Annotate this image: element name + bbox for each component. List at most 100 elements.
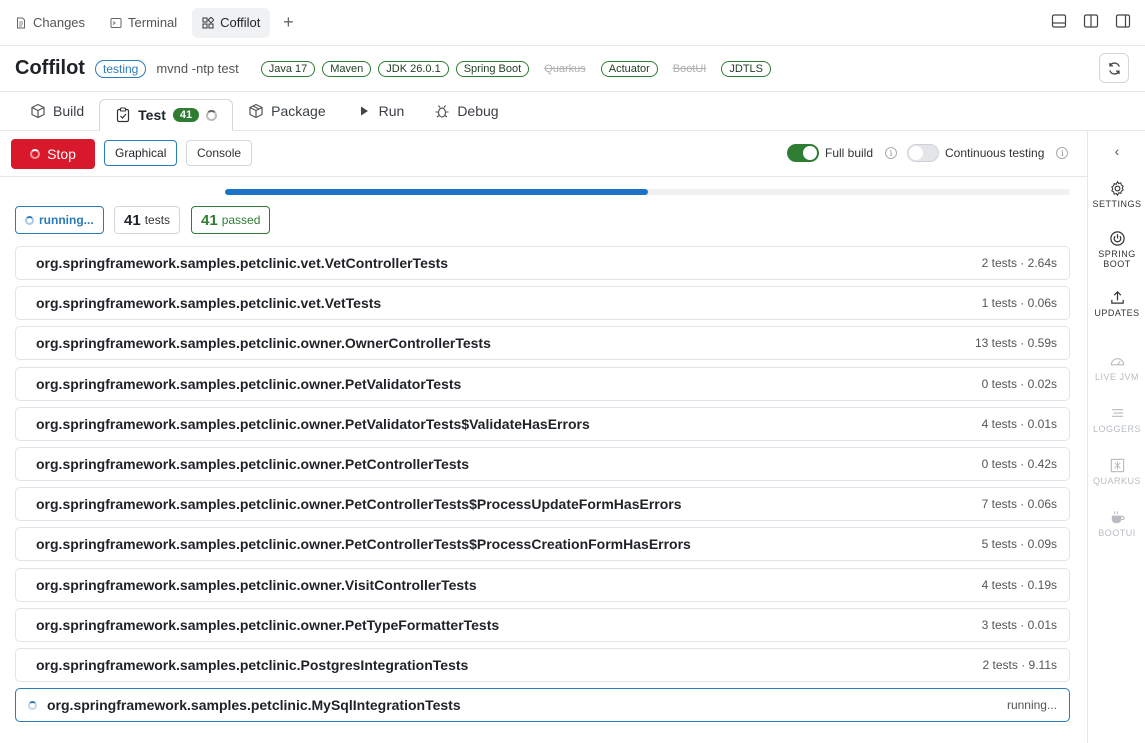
bug-icon	[435, 105, 449, 118]
test-class-name: org.springframework.samples.petclinic.ow…	[36, 375, 462, 392]
tab-test[interactable]: Test 41	[99, 99, 234, 131]
test-class-list: org.springframework.samples.petclinic.ve…	[15, 246, 1070, 728]
chip-java[interactable]: Java 17	[260, 60, 316, 77]
sidebar-item-label: SPRING BOOT	[1098, 249, 1136, 269]
add-tab-button[interactable]: +	[276, 12, 300, 33]
layout-bottom-panel-icon[interactable]	[1051, 13, 1067, 29]
top-tab-coffilot[interactable]: Coffilot	[192, 7, 271, 38]
clipboard-check-icon	[117, 107, 130, 123]
gauge-icon	[1110, 358, 1124, 366]
test-class-name: org.springframework.samples.petclinic.ow…	[36, 335, 491, 352]
spinner-icon	[25, 215, 34, 225]
test-class-name: org.springframework.samples.petclinic.ow…	[36, 415, 590, 432]
test-class-row[interactable]: org.springframework.samples.petclinic.ow…	[15, 446, 1070, 481]
sidebar-item-updates[interactable]: UPDATES	[1088, 289, 1145, 318]
sidebar-item-spring-boot[interactable]: SPRING BOOT	[1088, 230, 1145, 269]
top-tab-changes[interactable]: Changes	[5, 8, 95, 38]
sidebar-item-settings[interactable]: SETTINGS	[1088, 180, 1145, 209]
test-class-row[interactable]: org.springframework.samples.petclinic.Po…	[15, 647, 1070, 682]
full-build-toggle[interactable]	[787, 144, 819, 162]
view-console-button[interactable]: Console	[186, 140, 253, 166]
test-class-row[interactable]: org.springframework.samples.petclinic.ow…	[15, 326, 1070, 361]
sidebar-item-label: QUARKUS	[1092, 476, 1141, 486]
test-class-name: org.springframework.samples.petclinic.ow…	[36, 455, 470, 472]
sidebar-item-bootui[interactable]: BOOTUI	[1088, 509, 1145, 538]
test-class-meta: 3 tests · 0.01s	[981, 617, 1057, 632]
full-build-label: Full build	[825, 146, 874, 160]
tab-label: Build	[53, 103, 85, 119]
stop-button[interactable]: Stop	[11, 139, 95, 169]
test-class-meta: 1 tests · 0.06s	[981, 296, 1057, 311]
project-header: Coffilot testing mvnd -ntp test Java 17 …	[0, 46, 1145, 92]
test-class-name: org.springframework.samples.petclinic.My…	[47, 697, 461, 714]
top-tab-label: Coffilot	[220, 15, 261, 30]
top-tab-label: Terminal	[128, 15, 178, 30]
main-tabs: Build Test 41 Package Run Debug	[0, 92, 1145, 131]
tab-label: Run	[378, 103, 405, 119]
layout-side-panel-icon[interactable]	[1115, 13, 1131, 29]
info-icon[interactable]: i	[885, 147, 898, 159]
tab-package[interactable]: Package	[233, 92, 340, 130]
spinner-icon	[206, 109, 218, 121]
full-build-group: Full build i	[787, 144, 898, 162]
chip-quarkus[interactable]: Quarkus	[536, 61, 594, 77]
test-class-row[interactable]: org.springframework.samples.petclinic.ow…	[15, 406, 1070, 441]
file-icon	[17, 17, 25, 28]
top-tab-terminal[interactable]: Terminal	[100, 8, 187, 38]
test-class-meta: 0 tests · 0.42s	[981, 456, 1057, 471]
tests-label: tests	[144, 213, 171, 227]
sidebar-item-live-jvm[interactable]: LIVE JVM	[1088, 353, 1145, 382]
test-class-meta: running...	[1006, 698, 1057, 713]
sidebar-item-label: SETTINGS	[1092, 199, 1142, 209]
tab-build[interactable]: Build	[15, 92, 99, 130]
chip-actuator[interactable]: Actuator	[600, 60, 658, 77]
tab-label: Test	[138, 107, 166, 123]
collapse-sidebar-icon[interactable]: ‹	[1088, 143, 1145, 159]
continuous-testing-toggle[interactable]	[907, 144, 939, 162]
test-class-row[interactable]: org.springframework.samples.petclinic.ow…	[15, 366, 1070, 401]
test-class-meta: 5 tests · 0.09s	[981, 537, 1057, 552]
chip-jdk[interactable]: JDK 26.0.1	[378, 60, 449, 77]
view-graphical-button[interactable]: Graphical	[104, 140, 178, 166]
test-class-name: org.springframework.samples.petclinic.ow…	[36, 496, 682, 513]
test-class-row-running[interactable]: org.springframework.samples.petclinic.My…	[15, 688, 1070, 723]
test-class-name: org.springframework.samples.petclinic.Po…	[36, 656, 469, 673]
test-class-row[interactable]: org.springframework.samples.petclinic.ow…	[15, 527, 1070, 562]
test-class-meta: 0 tests · 0.02s	[981, 376, 1057, 391]
power-icon	[1109, 231, 1125, 246]
continuous-testing-label: Continuous testing	[945, 146, 1045, 160]
continuous-testing-group: Continuous testing i	[907, 144, 1069, 162]
lines-icon	[1111, 409, 1123, 417]
passed-count: 41	[201, 211, 218, 229]
info-icon[interactable]: i	[1056, 147, 1069, 159]
layout-split-icon[interactable]	[1083, 13, 1099, 29]
chip-jdtls[interactable]: JDTLS	[721, 60, 771, 77]
chip-bootui[interactable]: BootUI	[665, 61, 715, 77]
test-class-row[interactable]: org.springframework.samples.petclinic.ow…	[15, 487, 1070, 522]
chip-spring-boot[interactable]: Spring Boot	[455, 60, 530, 77]
test-class-meta: 4 tests · 0.19s	[981, 577, 1057, 592]
cup-icon	[1111, 511, 1125, 524]
sidebar-item-label: LIVE JVM	[1094, 372, 1139, 382]
tests-count-badge: 41 tests	[114, 206, 181, 234]
tab-debug[interactable]: Debug	[419, 92, 513, 130]
box-icon	[31, 103, 45, 119]
sidebar-item-quarkus[interactable]: QUARKUS	[1088, 457, 1145, 486]
quarkus-icon	[1110, 458, 1124, 473]
test-class-meta: 7 tests · 0.06s	[981, 497, 1057, 512]
chip-maven[interactable]: Maven	[322, 60, 372, 77]
test-class-meta: 13 tests · 0.59s	[974, 336, 1057, 351]
play-icon	[360, 106, 368, 116]
sidebar-item-loggers[interactable]: LOGGERS	[1088, 405, 1145, 434]
test-class-row[interactable]: org.springframework.samples.petclinic.ow…	[15, 567, 1070, 602]
test-class-name: org.springframework.samples.petclinic.ow…	[36, 576, 477, 593]
test-class-meta: 2 tests · 9.11s	[982, 657, 1057, 672]
refresh-button[interactable]	[1099, 53, 1129, 83]
sidebar-item-label: UPDATES	[1094, 308, 1140, 318]
tests-count: 41	[124, 211, 141, 229]
tab-run[interactable]: Run	[341, 92, 420, 130]
test-class-row[interactable]: org.springframework.samples.petclinic.ve…	[15, 286, 1070, 321]
test-class-row[interactable]: org.springframework.samples.petclinic.ow…	[15, 607, 1070, 642]
terminal-icon	[110, 17, 122, 28]
test-class-row[interactable]: org.springframework.samples.petclinic.ve…	[15, 246, 1070, 280]
